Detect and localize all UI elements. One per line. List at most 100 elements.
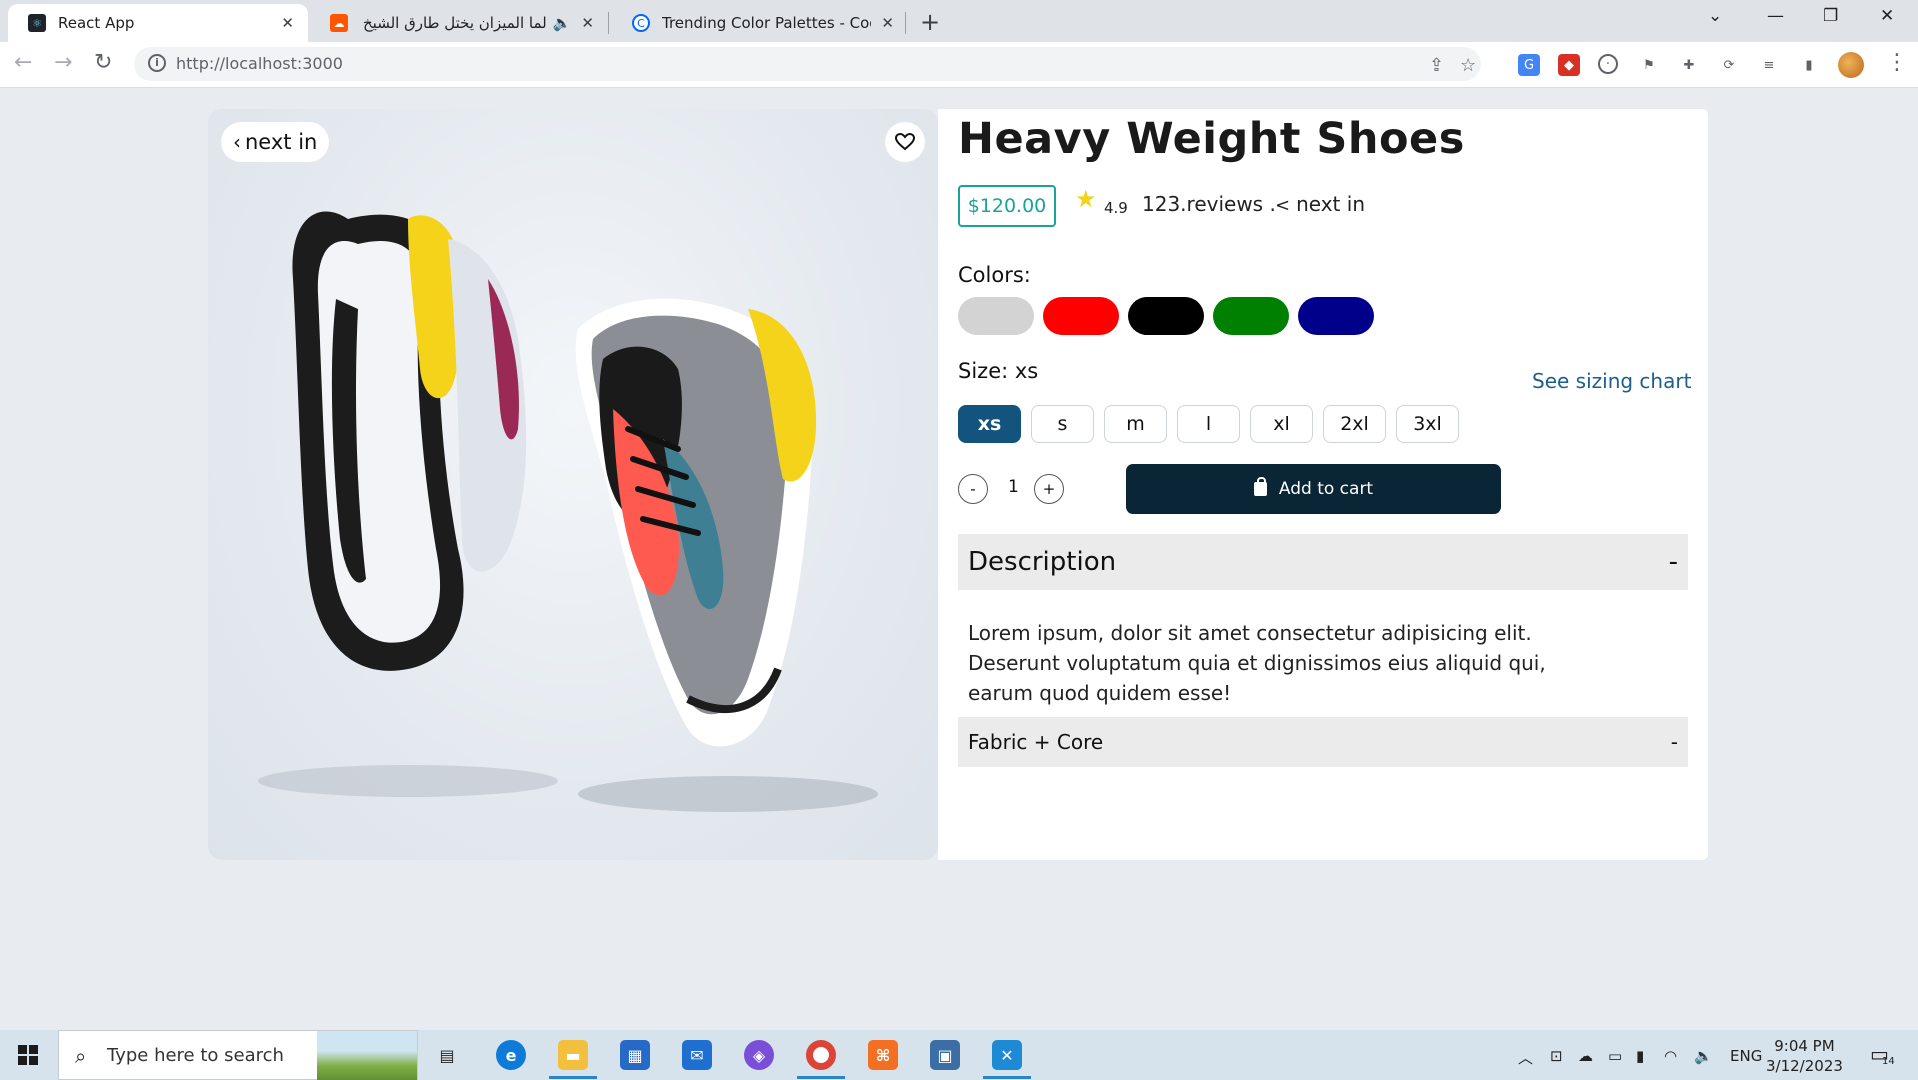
wifi-icon[interactable]: ◠	[1664, 1047, 1677, 1065]
running-indicator	[797, 1076, 845, 1079]
size-button-xl[interactable]: xl	[1250, 405, 1313, 443]
chrome-icon[interactable]	[806, 1040, 836, 1070]
color-swatch-black[interactable]	[1128, 297, 1204, 335]
size-button-xs[interactable]: xs	[958, 405, 1021, 443]
taskbar-clock[interactable]: 9:04 PM 3/12/2023	[1766, 1036, 1843, 1076]
windows-start-icon[interactable]	[18, 1045, 38, 1065]
product-title: Heavy Weight Shoes	[958, 114, 1465, 164]
windows-taskbar: ⌕ Type here to search ▤ e ▬ ▦ ✉ ◈ ⌘ ▣ ✕ …	[0, 1030, 1918, 1080]
extension-red-icon[interactable]: ◆	[1558, 54, 1580, 76]
tab-search-chevron-icon[interactable]: ⌄	[1708, 6, 1722, 26]
edge-icon[interactable]: e	[496, 1040, 526, 1070]
price-badge: $120.00	[958, 185, 1056, 227]
side-panel-icon[interactable]: ▮	[1798, 54, 1820, 76]
tab-react-app[interactable]: ⚛ React App ✕	[8, 4, 308, 42]
extension-code-icon[interactable]: ·	[1598, 54, 1618, 74]
reviews-count[interactable]: 123.reviews .	[1142, 192, 1276, 216]
next-link[interactable]: < next in	[1275, 192, 1365, 216]
quantity-value: 1	[1008, 477, 1019, 497]
profile-avatar[interactable]	[1838, 52, 1864, 78]
chevron-left-icon: ‹	[233, 130, 241, 154]
python-ide-icon[interactable]: ▣	[930, 1040, 960, 1070]
size-button-3xl[interactable]: 3xl	[1396, 405, 1459, 443]
chevron-left-icon: <	[1275, 195, 1291, 216]
fabric-accordion-header[interactable]: Fabric + Core -	[958, 717, 1688, 767]
volume-icon[interactable]: 🔈	[1694, 1047, 1713, 1065]
back-button-label: next in	[245, 130, 318, 154]
window-close-icon[interactable]: ✕	[1880, 6, 1894, 26]
close-icon[interactable]: ✕	[581, 14, 594, 32]
add-to-cart-label: Add to cart	[1278, 479, 1374, 499]
color-swatch-green[interactable]	[1213, 297, 1289, 335]
restore-icon[interactable]: ❐	[1823, 6, 1838, 26]
description-title: Description	[968, 547, 1117, 577]
extensions-puzzle-icon[interactable]: ✚	[1678, 54, 1700, 76]
size-button-2xl[interactable]: 2xl	[1323, 405, 1386, 443]
search-icon: ⌕	[75, 1044, 87, 1068]
favorite-button[interactable]	[885, 122, 925, 162]
file-explorer-icon[interactable]: ▬	[558, 1040, 588, 1070]
new-tab-icon[interactable]: +	[920, 8, 940, 36]
collapse-toggle[interactable]: -	[1669, 547, 1678, 577]
reload-icon[interactable]: ↻	[94, 50, 112, 75]
info-icon[interactable]: i	[148, 54, 166, 72]
tray-battery-icon[interactable]: ▮	[1636, 1047, 1644, 1065]
flag-icon[interactable]: ⚑	[1638, 54, 1660, 76]
tray-chevron-up-icon[interactable]: ︿	[1518, 1047, 1533, 1068]
quantity-decrease-button[interactable]: -	[958, 474, 988, 504]
tab-soundcloud[interactable]: ☁ لما الميزان يختل طارق الشيخ .en 🔈 ✕	[310, 4, 608, 42]
tray-cloud-icon[interactable]: ☁	[1578, 1047, 1593, 1065]
browser-toolbar: ← → ↻ i http://localhost:3000 ⇪ ☆ G ◆ · …	[0, 42, 1918, 88]
star-icon: ★	[1075, 185, 1097, 213]
mail-icon[interactable]: ✉	[682, 1040, 712, 1070]
share-icon[interactable]: ⇪	[1429, 55, 1444, 76]
microsoft-store-icon[interactable]: ▦	[620, 1040, 650, 1070]
bookmark-star-icon[interactable]: ☆	[1460, 55, 1476, 76]
shopping-bag-icon	[1253, 477, 1267, 496]
back-arrow-icon[interactable]: ←	[14, 50, 32, 75]
minimize-icon[interactable]: —	[1767, 6, 1784, 26]
color-swatch-navy[interactable]	[1298, 297, 1374, 335]
tab-title: Trending Color Palettes - Coolors	[662, 14, 871, 32]
close-icon[interactable]: ✕	[281, 14, 294, 32]
tab-title: React App	[58, 14, 135, 32]
copilot-icon[interactable]: ◈	[744, 1040, 774, 1070]
language-indicator[interactable]: ENG	[1730, 1047, 1762, 1065]
media-queue-icon[interactable]: ≡	[1758, 54, 1780, 76]
url-text[interactable]: http://localhost:3000	[176, 54, 343, 73]
tab-title: لما الميزان يختل طارق الشيخ .en	[360, 14, 547, 32]
tab-separator	[905, 12, 906, 34]
description-accordion-header[interactable]: Description -	[958, 534, 1688, 590]
quantity-increase-button[interactable]: +	[1034, 474, 1064, 504]
color-swatch-red[interactable]	[1043, 297, 1119, 335]
tray-monitor-icon[interactable]: ▭	[1608, 1047, 1622, 1065]
tab-separator	[608, 12, 609, 34]
address-bar[interactable]: i http://localhost:3000 ⇪ ☆	[134, 47, 1481, 81]
vscode-icon[interactable]: ✕	[992, 1040, 1022, 1070]
task-view-icon[interactable]: ▤	[432, 1040, 462, 1070]
shoes-image	[258, 211, 878, 812]
add-to-cart-button[interactable]: Add to cart	[1126, 464, 1501, 514]
coolors-icon: C	[632, 14, 650, 32]
taskbar-search-box[interactable]: ⌕ Type here to search	[58, 1030, 418, 1080]
tab-coolors[interactable]: C Trending Color Palettes - Coolors ✕	[612, 4, 908, 42]
speaker-icon[interactable]: 🔈	[553, 14, 572, 32]
close-icon[interactable]: ✕	[881, 14, 894, 32]
clock-time: 9:04 PM	[1774, 1037, 1835, 1055]
colors-label: Colors:	[958, 263, 1031, 287]
size-button-l[interactable]: l	[1177, 405, 1240, 443]
refresh-extension-icon[interactable]: ⟳	[1718, 54, 1740, 76]
forward-arrow-icon[interactable]: →	[54, 50, 72, 75]
xampp-icon[interactable]: ⌘	[868, 1040, 898, 1070]
description-text: Lorem ipsum, dolor sit amet consectetur …	[968, 621, 1546, 705]
google-translate-icon[interactable]: G	[1518, 54, 1540, 76]
size-button-s[interactable]: s	[1031, 405, 1094, 443]
size-button-m[interactable]: m	[1104, 405, 1167, 443]
collapse-toggle[interactable]: -	[1671, 730, 1678, 754]
next-link-label: next in	[1296, 192, 1365, 216]
sizing-chart-link[interactable]: See sizing chart	[1532, 369, 1691, 393]
menu-kebab-icon[interactable]: ⋮	[1886, 50, 1908, 75]
color-swatch-lightgray[interactable]	[958, 297, 1034, 335]
tray-app-icon[interactable]: ⊡	[1550, 1047, 1563, 1065]
back-button[interactable]: ‹ next in	[221, 122, 330, 162]
